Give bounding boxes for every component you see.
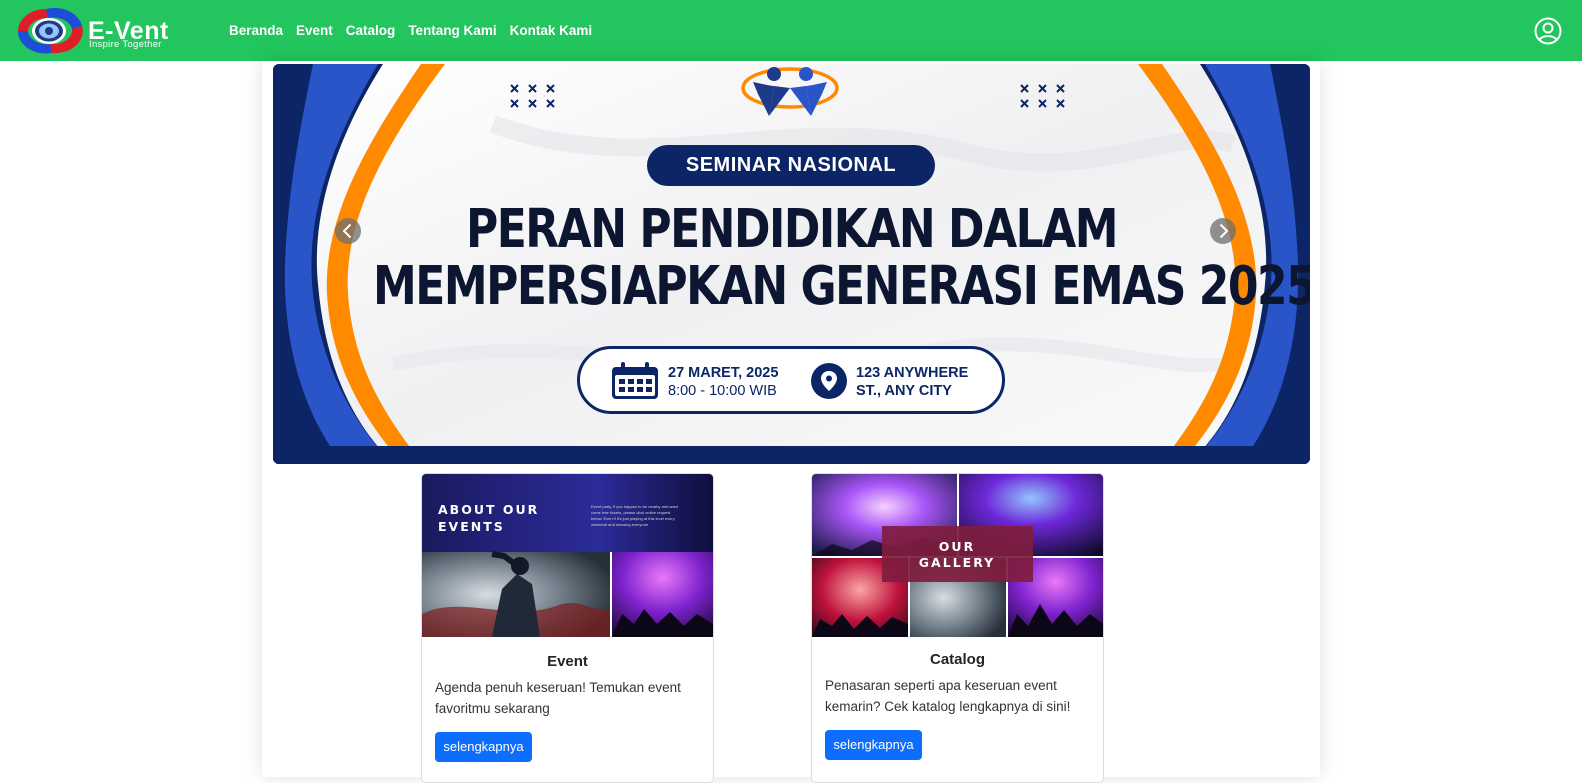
chevron-right-icon <box>1219 223 1229 239</box>
event-badge: SEMINAR NASIONAL <box>647 145 935 186</box>
event-location-line2: ST., ANY CITY <box>856 383 952 399</box>
event-date: 27 MARET, 2025 <box>668 365 779 381</box>
banner-headline-line1: PERAN PENDIDIKAN DALAM <box>465 198 1119 261</box>
event-card-title: Event <box>547 653 588 670</box>
event-image-text-line2: come free tickets, please click online r… <box>591 510 671 515</box>
chevron-left-icon <box>342 223 352 239</box>
event-info-pill: 27 MARET, 2025 8:00 - 10:00 WIB 123 ANYW… <box>577 346 1005 414</box>
event-image-title-line2: EVENTS <box>438 519 505 534</box>
carousel-next-button[interactable] <box>1210 218 1236 244</box>
event-card-image: ABOUT OUR EVENTS Event party, if you hap… <box>422 474 713 637</box>
event-image-text-line3: below. Even if it's just playing at this… <box>591 516 675 521</box>
event-image-text-line4: weekend and showing everyone <box>591 522 649 527</box>
carousel-prev-button[interactable] <box>335 218 361 244</box>
catalog-card: OUR GALLERY Catalog Penasaran seperti ap… <box>811 473 1104 783</box>
nav-item-kontak-kami[interactable]: Kontak Kami <box>510 22 593 40</box>
banner-headline-line2: MEMPERSIAPKAN GENERASI EMAS 2025 <box>373 255 1310 318</box>
catalog-more-button[interactable]: selengkapnya <box>825 730 922 760</box>
catalog-image-title-line1: OUR <box>939 539 975 554</box>
nav-item-event[interactable]: Event <box>296 22 333 40</box>
brand-tagline: Inspire Together <box>89 39 162 50</box>
catalog-card-text: Penasaran seperti apa keseruan event kem… <box>825 678 1071 714</box>
catalog-card-image: OUR GALLERY <box>812 474 1103 637</box>
event-more-button[interactable]: selengkapnya <box>435 732 532 762</box>
event-card: ABOUT OUR EVENTS Event party, if you hap… <box>421 473 714 783</box>
catalog-image-title-line2: GALLERY <box>919 555 995 570</box>
calendar-icon <box>612 362 658 399</box>
event-image-title-line1: ABOUT OUR <box>438 502 539 517</box>
nav-links: Beranda Event Catalog Tentang Kami Konta… <box>229 22 605 40</box>
user-circle-icon[interactable] <box>1534 17 1562 45</box>
brand[interactable]: E-Vent Inspire Together <box>10 6 190 56</box>
hero-carousel: SEMINAR NASIONAL PERAN PENDIDIKAN DALAM … <box>273 64 1310 464</box>
nav-item-tentang-kami[interactable]: Tentang Kami <box>408 22 496 40</box>
event-time: 8:00 - 10:00 WIB <box>668 383 777 399</box>
map-pin-icon <box>811 363 847 399</box>
top-navbar: E-Vent Inspire Together Beranda Event Ca… <box>0 0 1582 61</box>
event-card-text: Agenda penuh keseruan! Temukan event fav… <box>435 680 681 716</box>
event-image-text-line1: Event party, if you happen to be nearby … <box>591 504 679 509</box>
catalog-card-title: Catalog <box>929 651 985 668</box>
brand-logo-icon <box>17 7 83 54</box>
nav-item-beranda[interactable]: Beranda <box>229 22 283 40</box>
event-location-line1: 123 ANYWHERE <box>856 365 969 381</box>
nav-item-catalog[interactable]: Catalog <box>346 22 396 40</box>
